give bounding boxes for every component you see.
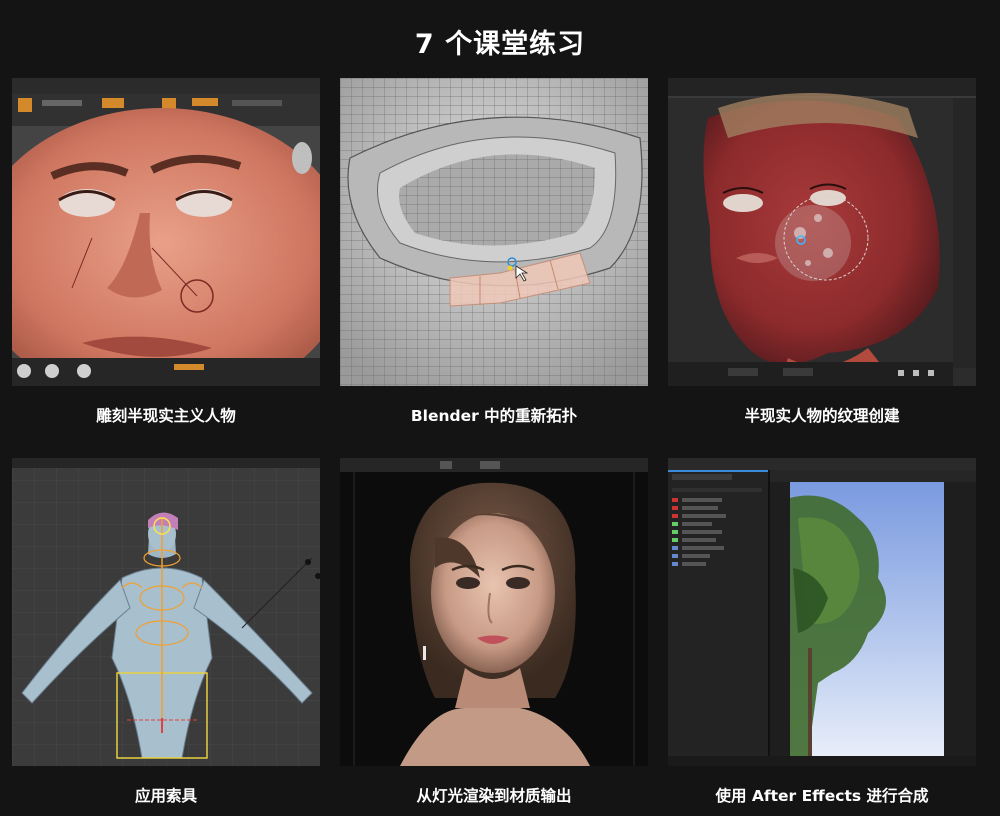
exercise-caption: 使用 After Effects 进行合成 — [715, 787, 929, 805]
thumbnail-after-effects-compositing — [668, 458, 976, 766]
exercise-card-rigging[interactable]: 应用索具 — [12, 458, 320, 806]
exercise-card-texturing[interactable]: 半现实人物的纹理创建 — [668, 78, 976, 426]
exercise-caption: 雕刻半现实主义人物 — [96, 407, 236, 425]
thumbnail-blender-retopology-mesh — [340, 78, 648, 386]
thumbnail-blender-rigging — [12, 458, 320, 766]
exercise-caption: 半现实人物的纹理创建 — [744, 407, 900, 425]
thumbnail-zbrush-face-sculpt — [12, 78, 320, 386]
exercise-card-compositing[interactable]: 使用 After Effects 进行合成 — [668, 458, 976, 806]
exercise-card-sculpting[interactable]: 雕刻半现实主义人物 — [12, 78, 320, 426]
thumbnail-substance-texture-painting — [668, 78, 976, 386]
exercise-caption: 应用索具 — [134, 787, 197, 805]
exercise-caption: 从灯光渲染到材质输出 — [416, 787, 572, 805]
exercise-caption: Blender 中的重新拓扑 — [410, 407, 578, 425]
thumbnail-final-render-portrait — [340, 458, 648, 766]
exercise-card-retopology[interactable]: Blender 中的重新拓扑 — [340, 78, 648, 426]
exercise-card-rendering[interactable]: 从灯光渲染到材质输出 — [340, 458, 648, 806]
page-title: 7 个课堂练习 — [414, 29, 586, 60]
